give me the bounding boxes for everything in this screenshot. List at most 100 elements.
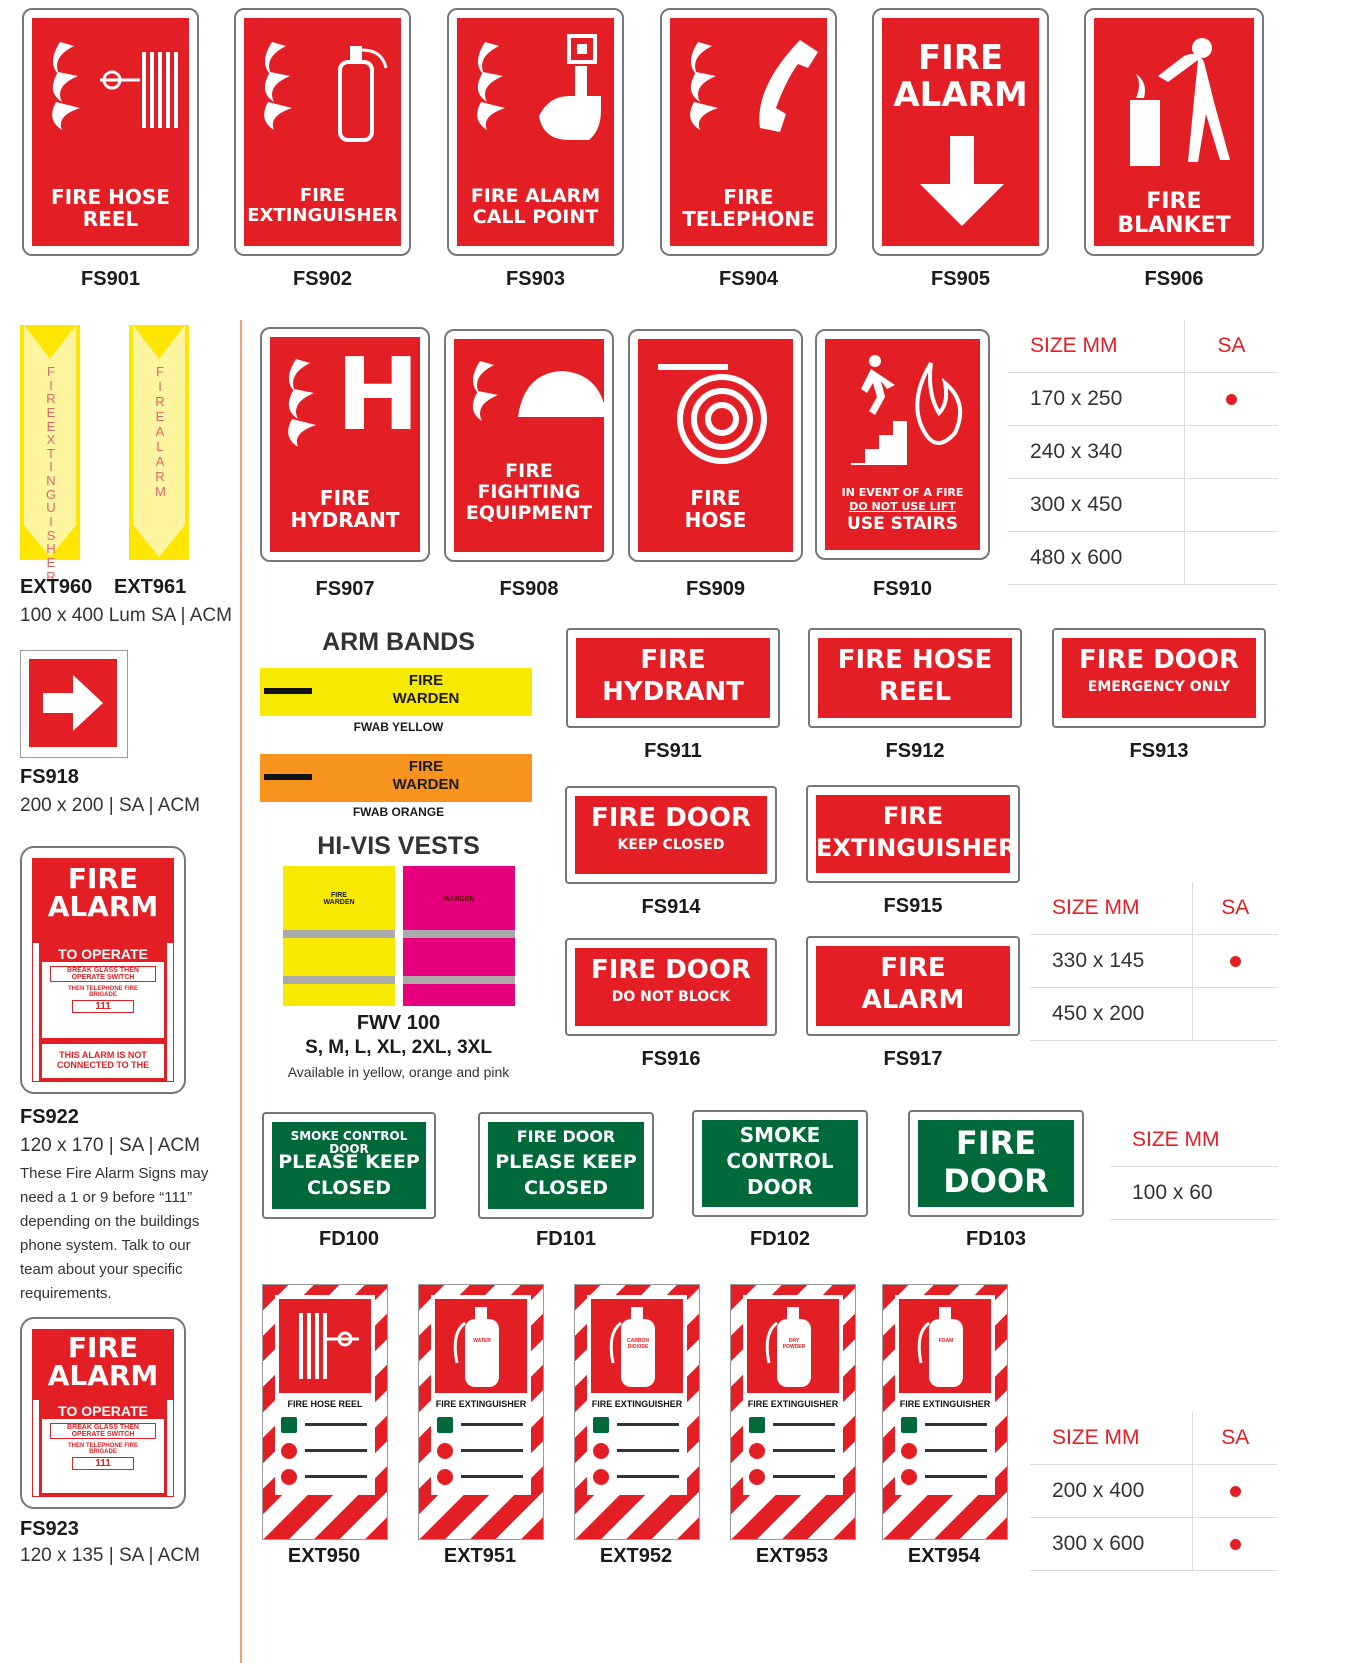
ext954-usage-line (925, 1475, 987, 1478)
sign-fs922[interactable]: FIRE ALARM TO OPERATE BREAK GLASS THEN O… (20, 846, 186, 1094)
code-fd103: FD103 (965, 1228, 1027, 1250)
sign-fs906-label: FIRE BLANKET (1117, 189, 1231, 239)
size-table-3: SIZE MM 100 x 60 (1110, 1114, 1278, 1220)
sign-fs917[interactable]: FIRE ALARM (806, 936, 1020, 1036)
ext953-usage-icon (749, 1417, 765, 1433)
sign-fs910[interactable]: IN EVENT OF A FIRE DO NOT USE LIFT USE S… (815, 329, 990, 560)
sign-ext951[interactable]: WATER FIRE EXTINGUISHER (418, 1284, 544, 1540)
ext950-icon-box (279, 1299, 371, 1393)
ext954-usage-line (925, 1449, 987, 1452)
fire-hose-reel-icon (299, 1313, 359, 1379)
fs923-instructions: TO OPERATE BREAK GLASS THEN OPERATE SWIT… (39, 1400, 167, 1496)
sign-fs911[interactable]: FIRE HYDRANT (566, 628, 780, 728)
t3-row1: 100 x 60 (1110, 1166, 1278, 1220)
sign-fs913[interactable]: FIRE DOOR EMERGENCY ONLY (1052, 628, 1266, 728)
ext951-type: WATER (473, 1338, 491, 1344)
code-fs907: FS907 (315, 578, 375, 600)
sign-fs903[interactable]: FIRE ALARM CALL POINT (447, 8, 624, 256)
spec-fs922: 120 x 170 | SA | ACM (20, 1135, 200, 1156)
sign-fs905[interactable]: FIRE ALARM (872, 8, 1049, 256)
fs912-line2: REEL (878, 677, 952, 707)
sign-fs923-face: FIRE ALARM TO OPERATE BREAK GLASS THEN O… (32, 1329, 174, 1497)
ext953-usage-icon (749, 1443, 765, 1459)
ext950-usage-line (305, 1475, 367, 1478)
sign-fs903-face: FIRE ALARM CALL POINT (457, 18, 614, 246)
sign-fs902[interactable]: FIRE EXTINGUISHER (234, 8, 411, 256)
fs916-line2: DO NOT BLOCK (611, 989, 731, 1005)
t1-head-size: SIZE MM (1008, 320, 1185, 373)
fs923-title: FIRE ALARM (47, 1331, 159, 1392)
t4-head-size: SIZE MM (1030, 1412, 1193, 1465)
sign-fs907-label: FIRE HYDRANT (290, 486, 400, 532)
ext951-usage-icon (437, 1417, 453, 1433)
code-fs906: FS906 (1144, 268, 1204, 290)
fs915-line1: FIRE (882, 802, 944, 830)
ext951-usage-line (461, 1475, 523, 1478)
ext952-usage-line (617, 1449, 679, 1452)
sign-fs904[interactable]: FIRE TELEPHONE (660, 8, 837, 256)
ext950-usage-icon (281, 1443, 297, 1459)
sign-fd103[interactable]: FIRE DOOR (908, 1110, 1084, 1217)
ext950-usage-icon (281, 1417, 297, 1433)
sign-fs904-face: FIRE TELEPHONE (670, 18, 827, 246)
sign-fs910-face: IN EVENT OF A FIRE DO NOT USE LIFT USE S… (825, 339, 980, 550)
t4-row2: 300 x 600 (1030, 1517, 1193, 1571)
fs922-note: These Fire Alarm Signs may need a 1 or 9… (20, 1165, 209, 1302)
sign-fs922-face: FIRE ALARM TO OPERATE BREAK GLASS THEN O… (32, 858, 174, 1082)
fs923-step1: BREAK GLASS THEN OPERATE SWITCH (50, 1423, 156, 1439)
sign-fs908-face: FIRE FIGHTING EQUIPMENT (454, 339, 604, 552)
sign-fs909[interactable]: FIRE HOSE (628, 329, 803, 562)
sign-ext954[interactable]: FOAM FIRE EXTINGUISHER (882, 1284, 1008, 1540)
ext953-panel: DRY POWDER FIRE EXTINGUISHER (743, 1295, 843, 1495)
sign-fs911-face: FIRE HYDRANT (576, 638, 770, 718)
sign-fs916[interactable]: FIRE DOOR DO NOT BLOCK (565, 938, 777, 1036)
spec-ext960: 100 x 400 Lum SA | ACM (20, 605, 232, 626)
sign-fd101[interactable]: FIRE DOOR PLEASE KEEP CLOSED (478, 1112, 654, 1219)
ext953-type: DRY POWDER (782, 1338, 806, 1350)
vest-pink[interactable]: WARDEN (403, 866, 515, 1006)
fs907-h-glyph: H (336, 337, 420, 453)
ext960-text: FIRE EXTINGUISHER (46, 364, 57, 584)
sign-ext952[interactable]: CARBON DIOXIDE FIRE EXTINGUISHER (574, 1284, 700, 1540)
armband-yellow-text: FIRE WARDEN (392, 672, 460, 707)
sign-fs918[interactable] (20, 650, 128, 758)
ext953-icon-box: DRY POWDER (747, 1299, 839, 1393)
sign-fs912[interactable]: FIRE HOSE REEL (808, 628, 1022, 728)
code-fs905: FS905 (931, 268, 990, 290)
vest-stripe (283, 976, 395, 984)
fd102-line1: SMOKE (739, 1123, 821, 1147)
sign-fd100[interactable]: SMOKE CONTROL DOOR PLEASE KEEP CLOSED (262, 1112, 436, 1219)
fs922-step1: BREAK GLASS THEN OPERATE SWITCH (50, 966, 156, 982)
fd103-line1: FIRE (955, 1124, 1037, 1162)
spec-fs923: 120 x 135 | SA | ACM (20, 1545, 200, 1566)
code-ext950: EXT950 (287, 1545, 361, 1567)
vest-sizes: S, M, L, XL, 2XL, 3XL (305, 1037, 492, 1058)
fs922-step2: THEN TELEPHONE FIRE BRIGADE (67, 986, 138, 998)
fd103-line2: DOOR (943, 1162, 1049, 1200)
fs914-line1: FIRE DOOR (590, 803, 752, 833)
t1-row4: 480 x 600 (1008, 531, 1185, 585)
sign-ext950[interactable]: FIRE HOSE REEL (262, 1284, 388, 1540)
ext952-usage-icon (593, 1443, 609, 1459)
code-fs916: FS916 (641, 1048, 701, 1070)
code-fd100: FD100 (318, 1228, 380, 1250)
vest-yellow[interactable]: FIRE WARDEN (283, 866, 395, 1006)
fs923-header: FIRE ALARM (33, 1330, 173, 1400)
sign-fs906[interactable]: FIRE BLANKET (1084, 8, 1264, 256)
armband-yellow[interactable]: FIRE WARDEN (260, 668, 532, 716)
ext952-usage-icon (593, 1417, 609, 1433)
sign-fd102[interactable]: SMOKE CONTROL DOOR (692, 1110, 868, 1217)
sign-fs923[interactable]: FIRE ALARM TO OPERATE BREAK GLASS THEN O… (20, 1317, 186, 1509)
sign-fd100-face: SMOKE CONTROL DOOR PLEASE KEEP CLOSED (272, 1122, 426, 1209)
arrow-sign-ext960[interactable]: FIRE EXTINGUISHER (20, 325, 80, 583)
sign-fs901[interactable]: FIRE HOSE REEL (22, 8, 199, 256)
sign-fs905-face: FIRE ALARM (882, 18, 1039, 246)
arrow-sign-ext961[interactable]: FIRE ALARM (129, 325, 189, 560)
armband-orange[interactable]: FIRE WARDEN (260, 754, 532, 802)
sign-ext953[interactable]: DRY POWDER FIRE EXTINGUISHER (730, 1284, 856, 1540)
sign-fs914[interactable]: FIRE DOOR KEEP CLOSED (565, 786, 777, 884)
sign-fs908[interactable]: FIRE FIGHTING EQUIPMENT (444, 329, 614, 562)
sign-fs915[interactable]: FIRE EXTINGUISHER (806, 785, 1020, 883)
sign-fs907[interactable]: H FIRE HYDRANT (260, 327, 430, 562)
code-fs923: FS923 (20, 1518, 79, 1540)
